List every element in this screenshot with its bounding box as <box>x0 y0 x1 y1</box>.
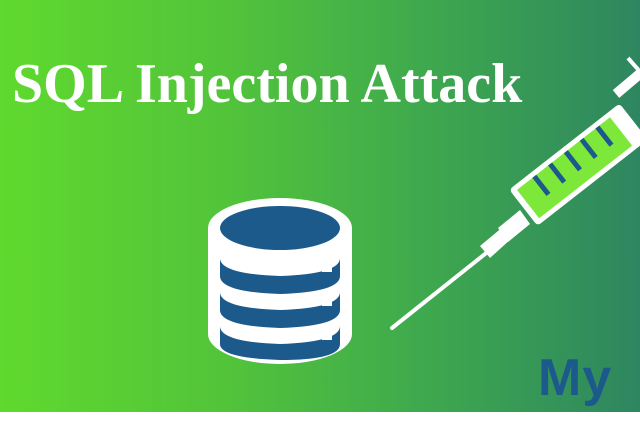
brand-logo: My <box>538 349 613 407</box>
banner: SQL Injection Attack My <box>0 0 640 412</box>
database-icon <box>208 198 352 364</box>
syringe-icon <box>390 56 640 330</box>
bottom-strip <box>0 412 640 426</box>
